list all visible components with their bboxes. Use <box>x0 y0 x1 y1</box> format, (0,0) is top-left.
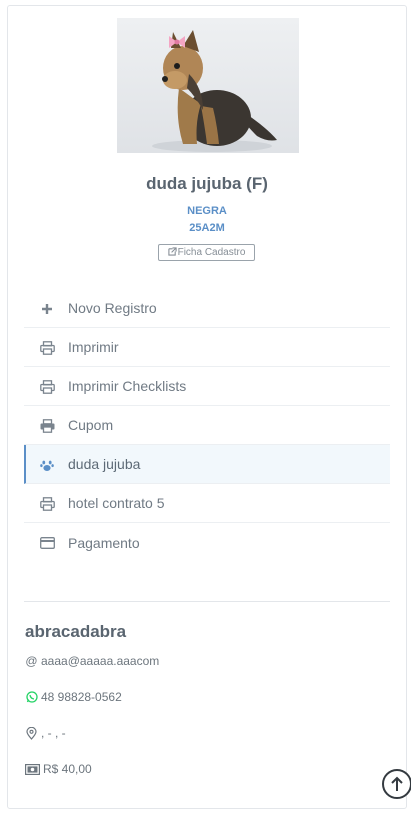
menu-item-label: Novo Registro <box>68 300 157 316</box>
menu-item-imprimir[interactable]: Imprimir <box>24 328 390 367</box>
owner-balance-text: R$ 40,00 <box>43 762 92 776</box>
ficha-cadastro-button[interactable]: Ficha Cadastro <box>158 244 255 261</box>
map-pin-icon <box>25 726 38 740</box>
owner-email[interactable]: @ aaaa@aaaaa.aaacom <box>25 654 159 668</box>
scroll-to-top-button[interactable] <box>382 769 411 799</box>
owner-phone-text: 48 98828-0562 <box>41 690 122 704</box>
owner-phone[interactable]: 48 98828-0562 <box>25 690 122 704</box>
at-icon: @ <box>25 654 38 668</box>
section-divider <box>24 601 390 602</box>
credit-card-icon <box>39 535 55 551</box>
owner-address: , - , - <box>25 726 66 740</box>
printer-solid-icon <box>39 418 55 434</box>
money-bill-icon <box>25 763 40 776</box>
dog-photo-icon <box>152 30 277 152</box>
menu-item-label: hotel contrato 5 <box>68 495 165 511</box>
menu-item-label: Cupom <box>68 417 114 433</box>
ficha-cadastro-label: Ficha Cadastro <box>177 247 246 258</box>
menu-item-novo-registro[interactable]: Novo Registro <box>24 289 390 328</box>
whatsapp-icon <box>25 691 38 704</box>
owner-balance: R$ 40,00 <box>25 762 92 776</box>
menu-item-pagamento[interactable]: Pagamento <box>24 523 390 562</box>
menu-item-duda-jujuba[interactable]: duda jujuba <box>24 445 390 484</box>
owner-name: abracadabra <box>25 622 127 641</box>
printer-icon <box>39 340 55 356</box>
printer-icon <box>39 496 55 512</box>
action-menu: Novo Registro Imprimir Imprimir Checklis… <box>24 289 390 562</box>
menu-item-cupom[interactable]: Cupom <box>24 406 390 445</box>
menu-item-label: Pagamento <box>68 534 140 551</box>
menu-item-imprimir-checklists[interactable]: Imprimir Checklists <box>24 367 390 406</box>
menu-item-label: duda jujuba <box>68 456 141 472</box>
owner-address-text: , - , - <box>41 726 66 740</box>
pet-code: 25A2M <box>189 222 225 234</box>
menu-item-label: Imprimir <box>68 339 119 355</box>
printer-icon <box>39 379 55 395</box>
owner-email-text: aaaa@aaaaa.aaacom <box>41 654 160 668</box>
menu-item-label: Imprimir Checklists <box>68 378 187 394</box>
pet-breed-color: NEGRA <box>187 205 227 217</box>
external-link-icon <box>167 247 177 256</box>
pet-card: duda jujuba (F) NEGRA 25A2M Ficha Cadast… <box>7 5 407 809</box>
menu-item-hotel-contrato[interactable]: hotel contrato 5 <box>24 484 390 523</box>
arrow-up-icon <box>391 776 403 791</box>
pet-name: duda jujuba (F) <box>146 174 268 193</box>
pet-photo <box>117 18 299 153</box>
paw-icon <box>39 457 55 473</box>
plus-icon <box>39 301 55 317</box>
